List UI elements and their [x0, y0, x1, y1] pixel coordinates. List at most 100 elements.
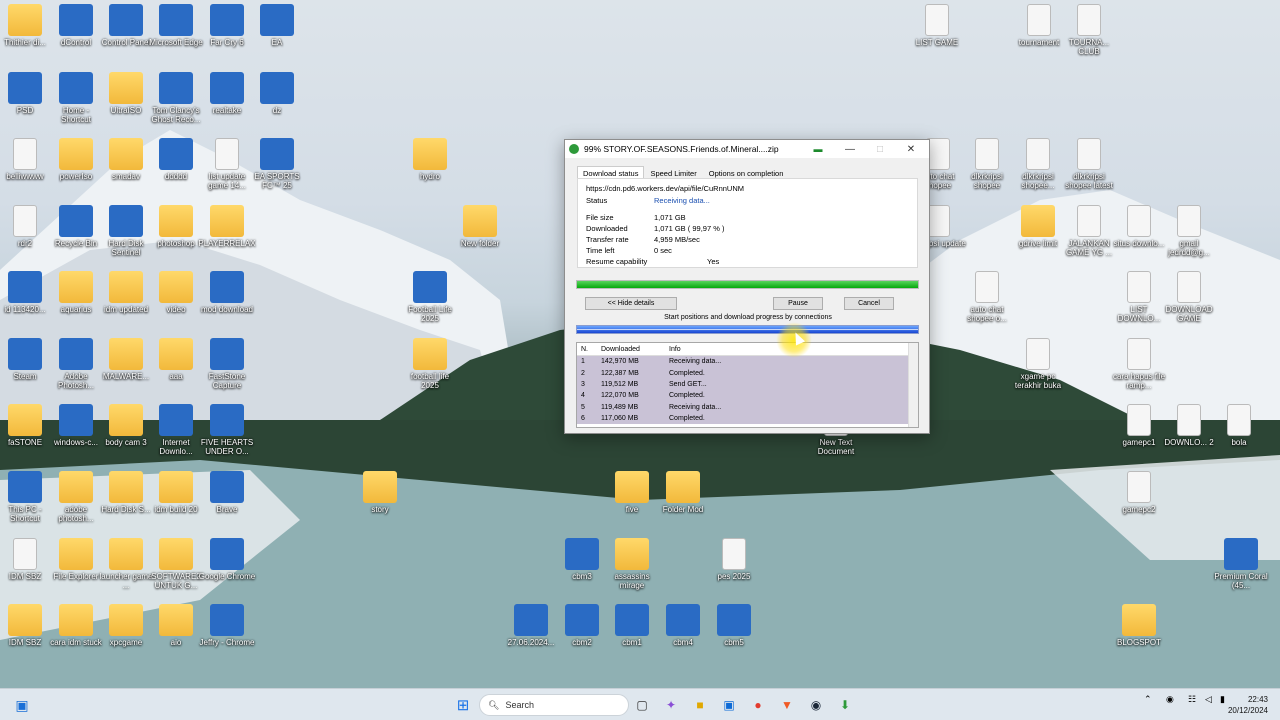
desktop-icon[interactable]: dlkrkripsi shopee latest — [1060, 138, 1118, 190]
desktop-icon[interactable]: FIVE HEARTS UNDER O... — [198, 404, 256, 456]
desktop-icon[interactable]: 27.06.2024... — [502, 604, 560, 647]
desktop-icon[interactable]: idm build 20 — [147, 471, 205, 514]
pause-button[interactable]: Pause — [773, 297, 823, 310]
task-view-icon[interactable]: ▢ — [632, 695, 652, 715]
desktop-icon[interactable]: PSD — [0, 72, 54, 115]
minimize-button[interactable]: — — [835, 140, 865, 158]
desktop-icon[interactable]: EA — [248, 4, 306, 47]
desktop-icon[interactable]: SOFTWARE2 UNTUK G... — [147, 538, 205, 590]
desktop-icon[interactable]: belliwwww — [0, 138, 54, 181]
desktop-icon[interactable]: football life 2025 — [401, 338, 459, 390]
desktop-icon[interactable]: gamepc2 — [1110, 471, 1168, 514]
desktop-icon[interactable]: cbm4 — [654, 604, 712, 647]
desktop-icon[interactable]: Internet Downlo... — [147, 404, 205, 456]
table-row[interactable]: 5 119,489 MB Receiving data... — [577, 401, 918, 413]
folder-icon — [463, 205, 497, 237]
table-scrollbar[interactable] — [908, 343, 918, 427]
steam-icon[interactable]: ◉ — [806, 695, 826, 715]
hide-details-button[interactable]: << Hide details — [585, 297, 677, 310]
desktop-icon[interactable]: five — [603, 471, 661, 514]
connections-table[interactable]: N. Downloaded Info 1 142,970 MB Receiving … — [576, 342, 919, 428]
close-button[interactable]: ✕ — [896, 140, 926, 158]
desktop-icon[interactable]: Thithier di... — [0, 4, 54, 47]
table-row[interactable]: 3 119,512 MB Send GET... — [577, 378, 918, 391]
desktop-icon[interactable]: DOWNLOAD GAME — [1160, 271, 1218, 323]
title-bar[interactable]: 99% STORY.OF.SEASONS.Friends.of.Mineral.… — [565, 140, 929, 158]
desktop-icon-label: faSTONE — [7, 438, 43, 447]
desktop-icon[interactable]: LIST GAME — [908, 4, 966, 47]
desktop-icon[interactable]: FastStone Capture — [198, 338, 256, 390]
desktop-icon[interactable]: Tom Clancy's Ghost Reco... — [147, 72, 205, 124]
desktop-icon[interactable]: story — [351, 471, 409, 514]
desktop-icon[interactable]: Premium Coral (45... — [1212, 538, 1270, 590]
desktop-icon[interactable]: cbm1 — [603, 604, 661, 647]
column-header-n[interactable]: N. — [577, 346, 599, 353]
desktop-icon[interactable]: bola — [1210, 404, 1268, 447]
desktop-icon[interactable]: video — [147, 271, 205, 314]
network-icon[interactable]: ◉ — [1166, 694, 1174, 705]
desktop-icon[interactable]: xgame pc terakhir buka — [1009, 338, 1067, 390]
desktop-icon[interactable]: faSTONE — [0, 404, 54, 447]
desktop-icon[interactable]: ddddd — [147, 138, 205, 181]
desktop-icon[interactable]: gmail jedrdd@g... — [1160, 205, 1218, 257]
taskbar-clock[interactable]: 22:43 20/12/2024 — [1228, 694, 1268, 716]
table-row[interactable]: 2 122,387 MB Completed. — [577, 367, 918, 379]
desktop-icon-label: PSD — [16, 106, 34, 115]
desktop-icon[interactable]: auto chat shopee o... — [958, 271, 1016, 323]
desktop-icon[interactable]: Microsoft Edge — [147, 4, 205, 47]
copilot-icon[interactable]: ✦ — [661, 695, 681, 715]
folder-icon — [109, 404, 143, 436]
desktop-icon[interactable]: This PC - Shortcut — [0, 471, 54, 523]
desktop-icon[interactable]: gdrive limit — [1009, 205, 1067, 248]
desktop-icon[interactable]: Google Chrome — [198, 538, 256, 581]
desktop-icon[interactable]: BLOGSPOT — [1110, 604, 1168, 647]
desktop-icon[interactable]: New folder — [451, 205, 509, 248]
idm-taskbar-icon[interactable]: ⬇ — [835, 695, 855, 715]
start-button-icon[interactable]: ⊞ — [453, 695, 473, 715]
desktop-icon[interactable]: IDM SBZ — [0, 604, 54, 647]
column-header-downloaded[interactable]: Downloaded — [599, 346, 667, 353]
clock-date: 20/12/2024 — [1227, 706, 1268, 715]
desktop-icon[interactable]: aaa — [147, 338, 205, 381]
widgets-icon[interactable]: ▣ — [12, 695, 32, 715]
desktop-icon[interactable]: cara hapus file ramp... — [1110, 338, 1168, 390]
desktop-icon[interactable]: rdr2 — [0, 205, 54, 248]
desktop-icon[interactable]: dlkrkripsi shopee... — [1009, 138, 1067, 190]
battery-icon[interactable]: ▮ — [1220, 694, 1225, 705]
desktop-icon[interactable]: Folder Mod — [654, 471, 712, 514]
volume-icon[interactable]: ◁ — [1205, 694, 1212, 705]
desktop-icon[interactable]: cbm5 — [705, 604, 763, 647]
table-row[interactable]: 4 122,070 MB Completed. — [577, 390, 918, 402]
desktop-icon[interactable]: PLAYERRELAX — [198, 205, 256, 248]
desktop-icon[interactable]: Brave — [198, 471, 256, 514]
desktop-icon[interactable]: EA SPORTS FC™ 25 — [248, 138, 306, 190]
desktop-icon[interactable]: dz — [248, 72, 306, 115]
desktop-icon[interactable]: mod download — [198, 271, 256, 314]
table-row[interactable]: 6 117,060 MB Completed. — [577, 412, 918, 425]
desktop-icon[interactable]: Football Life 2025 — [401, 271, 459, 323]
chrome-icon[interactable]: ● — [748, 695, 768, 715]
desktop-icon[interactable]: TOURNA... CLUB — [1060, 4, 1118, 56]
desktop-icon[interactable]: dlkrkripsi shopee — [958, 138, 1016, 190]
store-icon[interactable]: ▣ — [719, 695, 739, 715]
desktop-icon[interactable]: aio — [147, 604, 205, 647]
cancel-button[interactable]: Cancel — [844, 297, 894, 310]
desktop-icon[interactable]: assassins mirage — [603, 538, 661, 590]
app-icon — [59, 4, 93, 36]
desktop-icon[interactable]: hydro — [401, 138, 459, 181]
download-window[interactable]: 99% STORY.OF.SEASONS.Friends.of.Mineral.… — [564, 139, 930, 434]
desktop-icon[interactable]: photoshop — [147, 205, 205, 248]
wifi-icon[interactable]: ☷ — [1188, 694, 1196, 705]
desktop-icon[interactable]: id 113420... — [0, 271, 54, 314]
desktop-icon[interactable]: Steam — [0, 338, 54, 381]
file-explorer-icon[interactable]: ■ — [690, 695, 710, 715]
desktop-icon[interactable]: IDM SBZ — [0, 538, 54, 581]
desktop-icon-label: gmail jedrdd@g... — [1168, 239, 1210, 257]
desktop-icon[interactable]: pes 2025 — [705, 538, 763, 581]
maximize-button[interactable]: □ — [865, 140, 895, 158]
taskbar-search[interactable]: 🔍︎ Search — [479, 694, 629, 716]
table-row[interactable]: 1 142,970 MB Receiving data... — [577, 356, 918, 368]
brave-icon[interactable]: ▼ — [777, 695, 797, 715]
show-hidden-icons-icon[interactable]: ⌃ — [1144, 694, 1152, 705]
desktop-icon[interactable]: Jeffry - Chrome — [198, 604, 256, 647]
